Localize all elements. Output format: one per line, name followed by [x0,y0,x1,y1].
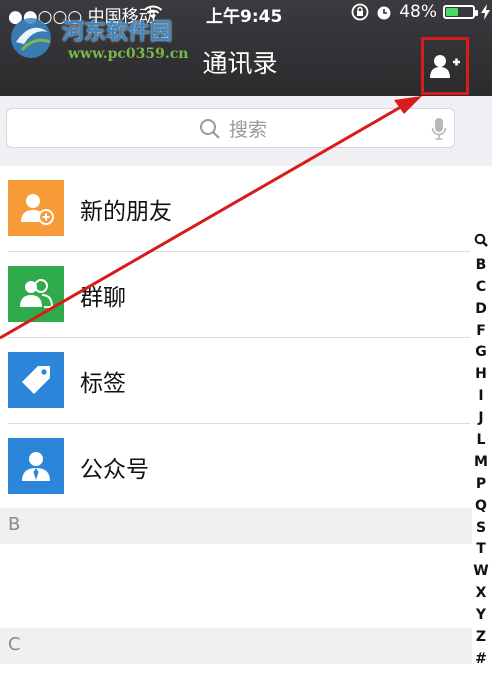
annotation-arrow [0,96,422,340]
